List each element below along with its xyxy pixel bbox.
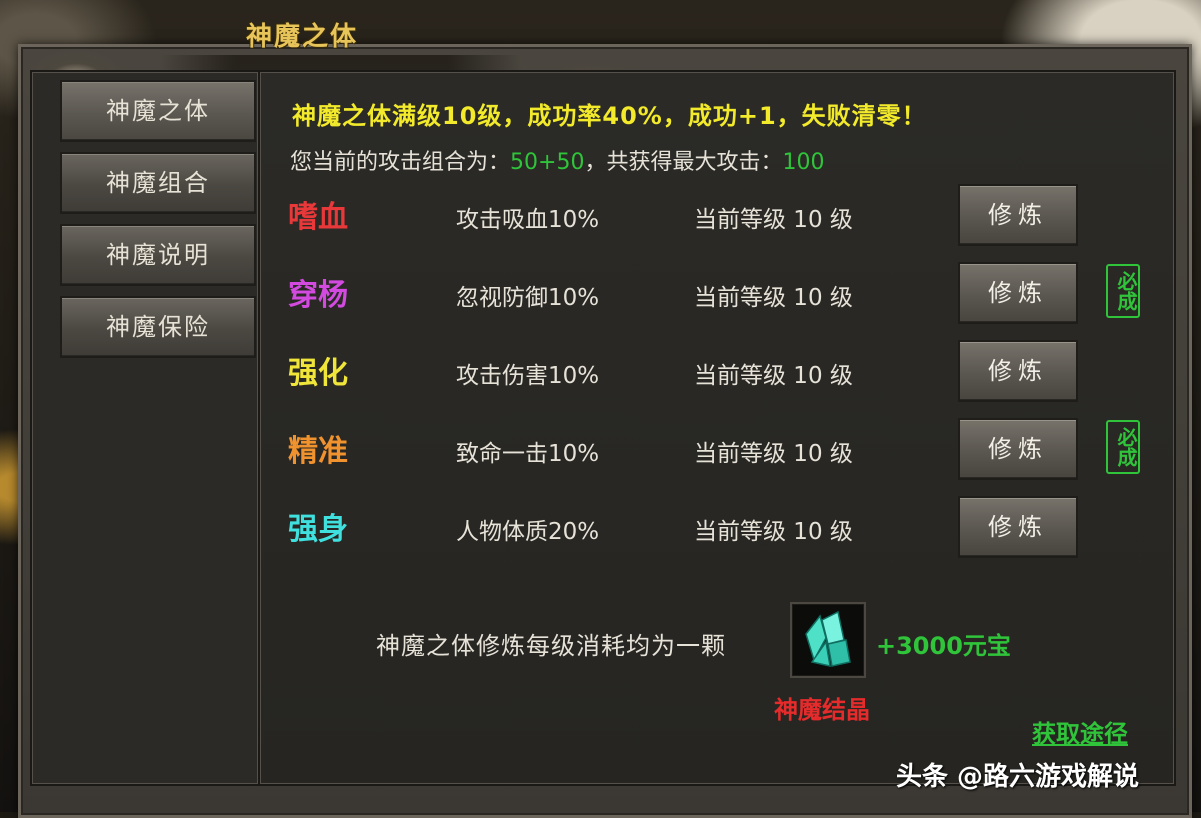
stat-level: 当前等级 10 级 (694, 363, 853, 389)
stat-level: 当前等级 10 级 (694, 207, 853, 233)
headline-rules: 神魔之体满级10级，成功率40%，成功+1，失败清零！ (292, 102, 927, 130)
sidebar-item-combination[interactable]: 神魔组合 (60, 152, 256, 214)
stat-name: 强化 (288, 356, 348, 391)
stat-name: 嗜血 (288, 200, 348, 235)
combo-max: 100 (782, 150, 825, 175)
stat-row-fortify: 强身 人物体质20% 当前等级 10 级 修炼 (260, 496, 1174, 560)
sidebar-item-description[interactable]: 神魔说明 (60, 224, 256, 286)
stat-row-bloodthirst: 嗜血 攻击吸血10% 当前等级 10 级 修炼 (260, 184, 1174, 248)
stat-level: 当前等级 10 级 (694, 441, 853, 467)
stat-effect: 攻击伤害10% (456, 363, 600, 389)
stat-row-strengthen: 强化 攻击伤害10% 当前等级 10 级 修炼 (260, 340, 1174, 404)
stat-effect: 致命一击10% (456, 441, 600, 467)
combo-prefix: 您当前的攻击组合为： (290, 150, 511, 175)
stat-name: 强身 (288, 512, 348, 547)
cost-ingot: +3000元宝 (876, 632, 1011, 660)
cost-description: 神魔之体修炼每级消耗均为一颗 (376, 632, 726, 660)
stat-name: 穿杨 (288, 278, 348, 313)
stat-name: 精准 (288, 434, 348, 469)
watermark: 头条 @路六游戏解说 (896, 762, 1140, 792)
stat-row-precision: 精准 致命一击10% 当前等级 10 级 修炼 必成 (260, 418, 1174, 482)
stat-level: 当前等级 10 级 (694, 519, 853, 545)
item-slot[interactable] (790, 602, 866, 678)
train-button[interactable]: 修炼 (958, 496, 1078, 558)
obtain-route-link[interactable]: 获取途径 (1032, 714, 1128, 749)
train-button[interactable]: 修炼 (958, 262, 1078, 324)
guaranteed-badge: 必成 (1106, 420, 1140, 474)
item-name: 神魔结晶 (774, 696, 870, 724)
guaranteed-badge: 必成 (1106, 264, 1140, 318)
crystal-icon (805, 610, 851, 667)
window-title: 神魔之体 (246, 22, 359, 52)
combo-middle: ，共获得最大攻击： (584, 150, 783, 175)
train-button[interactable]: 修炼 (958, 418, 1078, 480)
sidebar-item-body[interactable]: 神魔之体 (60, 80, 256, 142)
stat-effect: 忽视防御10% (456, 285, 600, 311)
sidebar-item-insurance[interactable]: 神魔保险 (60, 296, 256, 358)
combo-summary: 您当前的攻击组合为：50+50，共获得最大攻击：100 (290, 144, 824, 176)
train-button[interactable]: 修炼 (958, 340, 1078, 402)
train-button[interactable]: 修炼 (958, 184, 1078, 246)
stat-effect: 攻击吸血10% (456, 207, 600, 233)
main-panel: 神魔之体满级10级，成功率40%，成功+1，失败清零！ 您当前的攻击组合为：50… (258, 70, 1176, 786)
combo-value: 50+50 (510, 150, 585, 175)
stat-row-pierce: 穿杨 忽视防御10% 当前等级 10 级 修炼 必成 (260, 262, 1174, 326)
stat-effect: 人物体质20% (456, 519, 600, 545)
sidebar: 神魔之体 神魔组合 神魔说明 神魔保险 (30, 70, 260, 786)
stat-level: 当前等级 10 级 (694, 285, 853, 311)
